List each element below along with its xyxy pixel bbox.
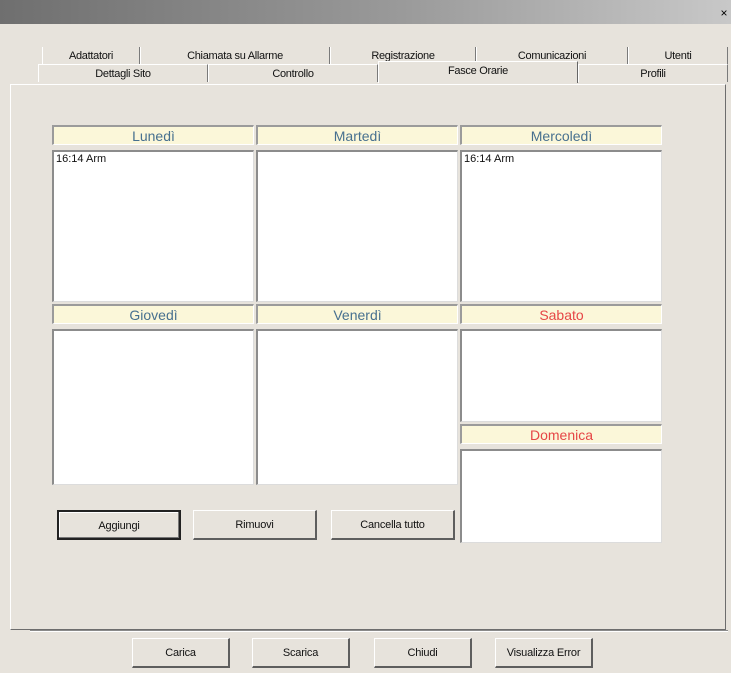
close-icon[interactable]: × <box>717 6 731 20</box>
saturday-list[interactable] <box>460 329 662 422</box>
footer-divider <box>30 630 728 632</box>
add-button[interactable]: Aggiungi <box>57 510 181 540</box>
friday-list[interactable] <box>256 329 458 485</box>
thursday-header: Giovedì <box>52 304 254 324</box>
wednesday-list[interactable]: 16:14 Arm <box>460 150 662 302</box>
remove-button[interactable]: Rimuovi <box>193 510 317 540</box>
list-item[interactable]: 16:14 Arm <box>56 153 251 165</box>
tuesday-list[interactable] <box>256 150 458 302</box>
tab-profili[interactable]: Profili <box>578 64 728 82</box>
saturday-header: Sabato <box>460 304 662 324</box>
tuesday-header: Martedì <box>256 125 458 145</box>
monday-list[interactable]: 16:14 Arm <box>52 150 254 302</box>
download-button[interactable]: Scarica <box>252 638 350 668</box>
tab-dettagli-sito[interactable]: Dettagli Sito <box>38 64 208 82</box>
close-button[interactable]: Chiudi <box>374 638 472 668</box>
wednesday-header: Mercoledì <box>460 125 662 145</box>
monday-header: Lunedì <box>52 125 254 145</box>
sunday-list[interactable] <box>460 449 662 543</box>
tab-adattatori[interactable]: Adattatori <box>42 47 140 65</box>
load-button[interactable]: Carica <box>132 638 230 668</box>
tab-controllo[interactable]: Controllo <box>208 64 378 82</box>
list-item[interactable]: 16:14 Arm <box>464 153 659 165</box>
tab-fasce-orarie[interactable]: Fasce Orarie <box>378 61 578 83</box>
sunday-header: Domenica <box>460 424 662 444</box>
friday-header: Venerdì <box>256 304 458 324</box>
tab-chiamata-su-allarme[interactable]: Chiamata su Allarme <box>140 47 330 65</box>
tab-utenti[interactable]: Utenti <box>628 47 728 65</box>
show-errors-button[interactable]: Visualizza Error <box>495 638 593 668</box>
title-bar: × <box>0 0 731 24</box>
clear-all-button[interactable]: Cancella tutto <box>331 510 455 540</box>
thursday-list[interactable] <box>52 329 254 485</box>
